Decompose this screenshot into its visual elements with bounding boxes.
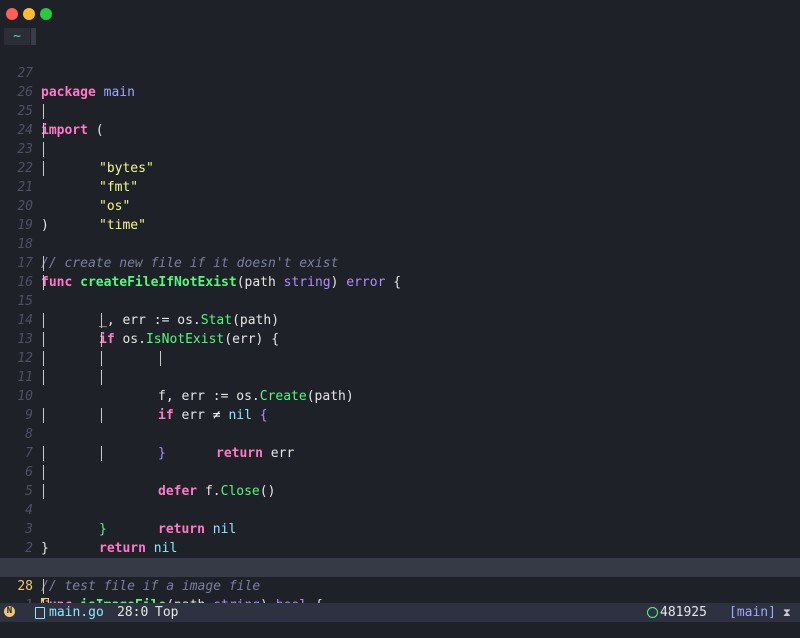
current-line[interactable]: 28 func isImageFile(path string) bool { — [0, 558, 800, 603]
indent-guide — [43, 465, 44, 480]
code-line[interactable]: 13 f, err := os.Create(path) — [0, 311, 800, 404]
code-line[interactable]: 4 return nil — [0, 482, 800, 556]
indent-guide — [101, 408, 102, 423]
code-line[interactable]: 18 // create new file if it doesn't exis… — [0, 216, 800, 271]
indent-guide — [43, 142, 44, 157]
code-line[interactable]: 3 } — [0, 501, 800, 556]
code-line[interactable]: 9 — [0, 387, 800, 423]
minimize-window-button[interactable] — [23, 8, 35, 20]
indent-guide — [43, 579, 44, 594]
indent-guide — [43, 351, 44, 366]
indent-guide — [43, 446, 44, 461]
tab-separator — [31, 28, 36, 45]
code-line[interactable]: 27 package main — [0, 45, 800, 100]
process-id: 481925 — [660, 605, 707, 620]
process-icon — [647, 607, 658, 618]
indent-guide — [43, 332, 44, 347]
command-line[interactable] — [0, 622, 800, 638]
code-line[interactable]: 25 import ( — [0, 83, 800, 138]
code-line[interactable]: 1 f, err := os.Open(path) — [0, 577, 800, 603]
code-line[interactable]: 17 func createFileIfNotExist(path string… — [0, 235, 800, 290]
code-line[interactable]: 20 ) — [0, 178, 800, 233]
code-line[interactable]: 24 "bytes" — [0, 102, 800, 176]
mode-indicator: N — [4, 606, 15, 617]
code-line[interactable]: 1 // test file if a image file — [0, 539, 800, 594]
code-line[interactable]: 23 "fmt" — [0, 121, 800, 195]
indent-guide — [101, 313, 102, 328]
indent-guide — [43, 484, 44, 499]
tabline: ~ — [0, 28, 800, 45]
close-window-button[interactable] — [6, 8, 18, 20]
indent-guide — [101, 332, 102, 347]
status-filename: main.go — [49, 605, 104, 620]
indent-guide — [43, 275, 44, 290]
indent-guide — [43, 161, 44, 176]
window-titlebar — [0, 0, 800, 28]
code-line[interactable]: 16 _, err := os.Stat(path) — [0, 254, 800, 328]
indent-guide — [43, 370, 44, 385]
session-name: [main] — [729, 605, 776, 620]
file-icon — [35, 607, 45, 619]
indent-guide — [43, 408, 44, 423]
indent-guide — [101, 351, 102, 366]
code-line[interactable]: 12 if err ≠ nil { — [0, 330, 800, 423]
code-line[interactable]: 14 — [0, 292, 800, 328]
code-line[interactable]: 5 } — [0, 463, 800, 537]
code-line[interactable]: 2 — [0, 520, 800, 556]
hourglass-icon: ⧗ — [783, 606, 791, 619]
code-line[interactable]: 26 — [0, 64, 800, 100]
code-line[interactable]: 15 if os.IsNotExist(err) { — [0, 273, 800, 347]
code-line[interactable]: 10 } — [0, 368, 800, 461]
indent-guide — [43, 104, 44, 119]
indent-guide — [160, 351, 161, 366]
code-line[interactable]: 7 — [0, 425, 800, 461]
zoom-window-button[interactable] — [40, 8, 52, 20]
code-line[interactable]: 21 "time" — [0, 159, 800, 233]
code-line[interactable]: 22 "os" — [0, 140, 800, 214]
indent-guide — [101, 446, 102, 461]
statusline: N main.go 28:0 Top 481925 [main] ⧗ — [0, 603, 800, 622]
code-line[interactable]: 2 — [0, 596, 800, 603]
indent-guide — [43, 123, 44, 138]
code-line[interactable]: 11 return err — [0, 349, 800, 461]
scroll-position: Top — [155, 605, 179, 620]
indent-guide — [43, 313, 44, 328]
code-line[interactable]: 19 — [0, 197, 800, 233]
tab-home[interactable]: ~ — [4, 28, 30, 45]
indent-guide — [101, 370, 102, 385]
editor-pane[interactable]: 27 package main 26 25 import ( 24 "bytes… — [0, 45, 800, 603]
indent-guide — [43, 256, 44, 271]
cursor-position: 28:0 — [117, 605, 149, 620]
code-line[interactable]: 8 defer f.Close() — [0, 406, 800, 499]
code-line[interactable]: 6 return nil — [0, 444, 800, 537]
